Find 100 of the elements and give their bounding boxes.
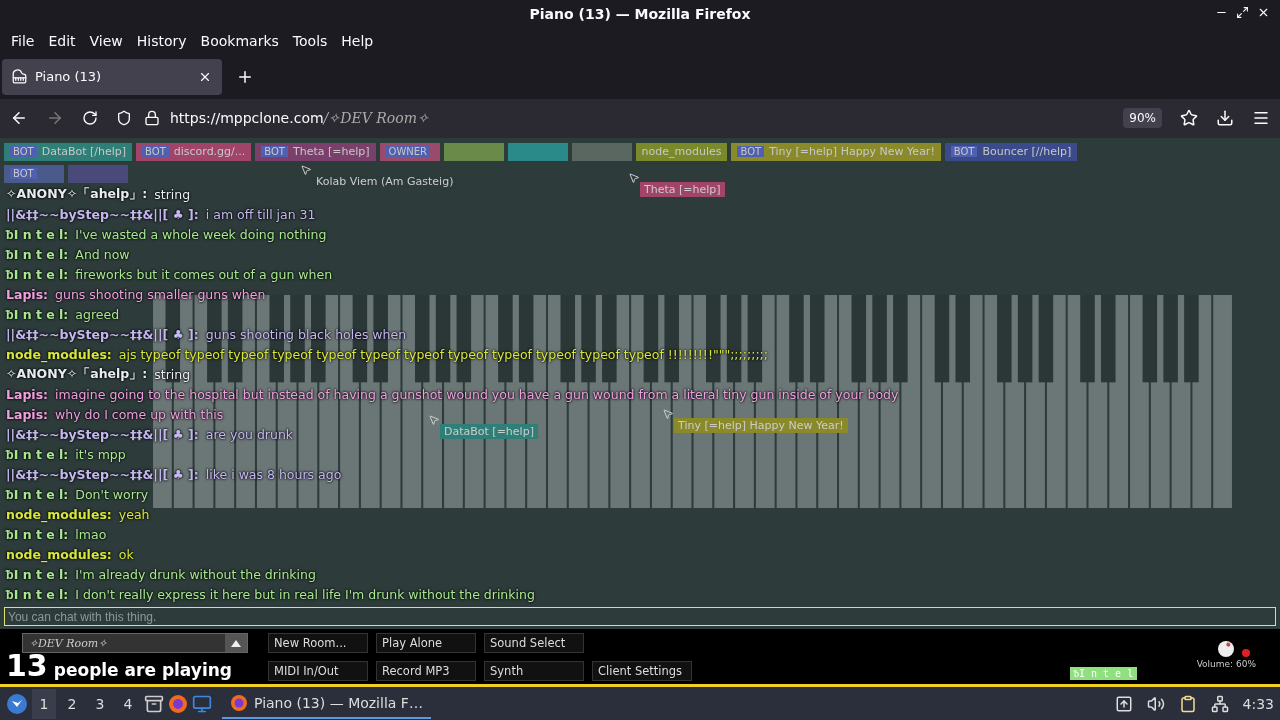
menu-item[interactable]: Tools — [285, 33, 335, 50]
chat-message: I've wasted a whole week doing nothing — [75, 227, 327, 243]
player-count: 13 — [6, 651, 48, 682]
volume-knob[interactable] — [1218, 641, 1235, 658]
download-icon — [1216, 109, 1234, 128]
chat-message: lmao — [75, 527, 107, 543]
record-indicator — [1242, 649, 1250, 658]
chat-username: ✧ANONY✧「ahelp」: — [6, 366, 148, 384]
menu-item[interactable]: Bookmarks — [193, 33, 286, 50]
chat-username: Lapis: — [6, 407, 49, 423]
clipboard-icon — [1178, 694, 1197, 713]
lock-icon — [144, 110, 160, 127]
menu-item[interactable]: View — [82, 33, 130, 50]
workspace-button[interactable]: 2 — [60, 688, 84, 719]
user-tag[interactable]: BOT discord.gg/... — [136, 142, 252, 161]
chat-message: yeah — [118, 507, 150, 523]
user-tag[interactable]: BOT Bouncer [//help] — [944, 142, 1078, 161]
chat-message: are you drunk — [205, 427, 294, 443]
room-select[interactable]: ✧DEV Room✧ — [22, 633, 248, 654]
cursor-icon — [662, 407, 674, 420]
chat-username: ᵬI n t e l: — [6, 527, 69, 543]
chat-message: why do I come up with this — [55, 407, 224, 423]
workspace-button[interactable]: 1 — [32, 688, 56, 719]
reload-icon — [82, 110, 98, 127]
chat-message: string — [154, 367, 191, 383]
star-icon — [1180, 109, 1198, 128]
workspace-button[interactable]: 4 — [116, 688, 140, 719]
chat-message: like i was 8 hours ago — [205, 467, 342, 483]
cursor-label: Tiny [=help] Happy New Year! — [674, 417, 848, 433]
menu-item[interactable]: File — [4, 33, 42, 50]
chat-username: ᵬI n t e l: — [6, 587, 69, 603]
close-icon — [1257, 6, 1270, 19]
user-name: Theta [=help] — [292, 145, 370, 159]
cursor-label: Theta [=help] — [640, 181, 725, 197]
menu-button[interactable]: Client Settings — [592, 661, 692, 682]
chat-message: ok — [118, 547, 134, 563]
cursor-icon — [628, 171, 640, 184]
own-name-tag: ᵬI n t e l — [1070, 667, 1138, 681]
clock: 4:33 — [1242, 695, 1274, 712]
user-name: node_modules — [641, 145, 722, 159]
menu-button[interactable]: New Room... — [268, 633, 368, 654]
menu-button[interactable]: Synth — [484, 661, 584, 682]
chat-username: ||&‡‡~~byStep~~‡‡&||[ ♣ ]: — [6, 467, 199, 483]
chat-username: Lapis: — [6, 287, 49, 303]
user-name: DataBot [/help] — [41, 145, 127, 159]
workspace-button[interactable]: 3 — [88, 688, 112, 719]
window-title: Piano (13) — Mozilla Firefox — [529, 6, 751, 22]
user-tag[interactable] — [507, 142, 568, 161]
chat-username: ᵬI n t e l: — [6, 487, 69, 503]
menu-item[interactable]: Help — [334, 33, 381, 50]
speaker-icon — [1146, 694, 1165, 713]
url-path[interactable]: /✧DEV Room✧ — [323, 110, 429, 127]
role-badge: BOT — [142, 146, 169, 158]
browser-tab[interactable]: Piano (13) — [2, 58, 222, 95]
user-tag[interactable] — [443, 142, 504, 161]
user-name: Tiny [=help] Happy New Year! — [769, 145, 935, 159]
browser-icon — [230, 693, 248, 712]
cursor-icon — [428, 413, 440, 426]
role-badge: BOT — [10, 168, 37, 180]
user-tag[interactable]: BOT Theta [=help] — [255, 142, 376, 161]
chat-message: it's mpp — [75, 447, 126, 463]
launcher-icon[interactable] — [6, 692, 28, 715]
chat-message: i am off till jan 31 — [205, 207, 316, 223]
menu-button[interactable]: Record MP3 — [376, 661, 476, 682]
chat-message: I'm already drunk without the drinking — [75, 567, 316, 583]
menu-button[interactable]: Play Alone — [376, 633, 476, 654]
menu-item[interactable]: Edit — [41, 33, 83, 50]
cursor-label: DataBot [=help] — [440, 423, 538, 439]
chat-message: And now — [75, 247, 130, 263]
chat-username: ||&‡‡~~byStep~~‡‡&||[ ♣ ]: — [6, 327, 199, 343]
chat-username: ᵬI n t e l: — [6, 227, 69, 243]
url-host[interactable]: https://mppclone.com — [170, 110, 324, 127]
user-name: discord.gg/... — [173, 145, 246, 159]
player-count-label: people are playing — [53, 662, 232, 680]
chat-username: ✧ANONY✧「ahelp」: — [6, 186, 148, 204]
browser-icon[interactable] — [168, 693, 188, 714]
chat-username: node_modules: — [6, 507, 112, 523]
chat-username: ᵬI n t e l: — [6, 267, 69, 283]
piano-icon — [12, 69, 27, 85]
chat-username: ᵬI n t e l: — [6, 447, 69, 463]
chat-message: imagine going to the hospital but instead of having a gunshot wound you have a gun wound from a literal tiny gun inside of your body — [55, 387, 899, 403]
chat-username: node_modules: — [6, 547, 112, 563]
zoom-level[interactable]: 90% — [1123, 108, 1162, 129]
menu-button[interactable]: Sound Select — [484, 633, 584, 654]
caret-icon — [231, 639, 241, 647]
chat-username: Lapis: — [6, 387, 49, 403]
role-badge: BOT — [10, 146, 37, 158]
menu-item[interactable]: History — [129, 33, 194, 50]
chat-username: ᵬI n t e l: — [6, 567, 69, 583]
file-cabinet-icon — [144, 693, 164, 714]
chat-username: ᵬI n t e l: — [6, 247, 69, 263]
taskbar-task[interactable]: Piano (13) — Mozilla F… — [222, 688, 431, 720]
menu-button[interactable]: MIDI In/Out — [268, 661, 368, 682]
chat-input[interactable]: You can chat with this thing. — [4, 607, 1276, 627]
user-name: Bouncer [//help] — [982, 145, 1072, 159]
volume-label: Volume: 60% — [1196, 659, 1256, 670]
chat-message: guns shooting black holes when — [205, 327, 407, 343]
maximize-icon — [1236, 6, 1249, 19]
chat-message: fireworks but it comes out of a gun when — [75, 267, 333, 283]
network-icon — [1210, 694, 1229, 713]
